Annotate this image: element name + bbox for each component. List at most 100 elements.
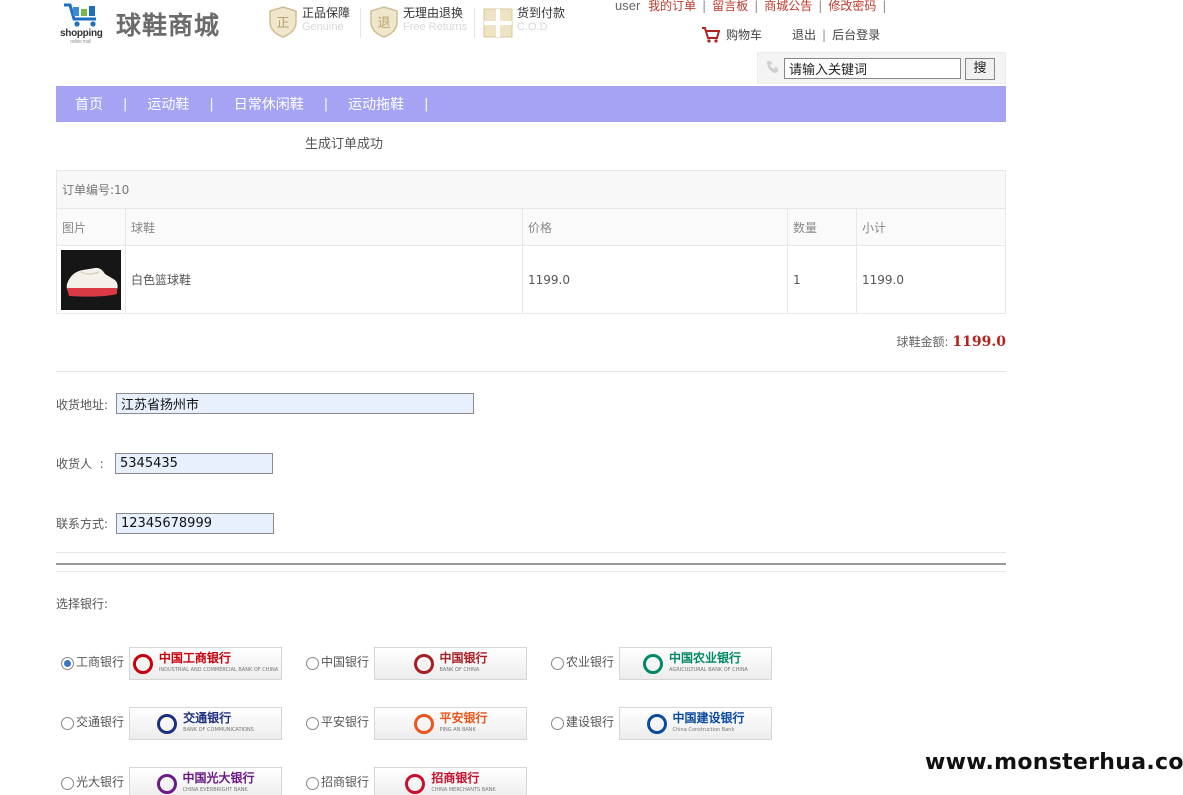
bank-option[interactable]: 中国银行 中国银行 BANK OF CHINA: [306, 647, 528, 680]
cart-link[interactable]: 购物车: [726, 26, 762, 43]
bank-logo-subtext: INDUSTRIAL AND COMMERCIAL BANK OF CHINA: [158, 666, 279, 673]
message-board-link[interactable]: 留言板: [712, 0, 748, 13]
bank-logo-subtext: PING AN BANK: [439, 726, 476, 733]
bank-logo-subtext: China Construction Bank: [672, 726, 735, 733]
divider: [56, 371, 1006, 372]
item-image-cell: [56, 245, 126, 314]
bank-radio[interactable]: [61, 777, 74, 790]
main-nav: 首页 | 运动鞋 | 日常休闲鞋 | 运动拖鞋 |: [56, 86, 1006, 122]
success-message: 生成订单成功: [305, 137, 384, 152]
table-row: 白色篮球鞋 1199.0 1 1199.0: [56, 245, 1006, 314]
bank-option[interactable]: 工商银行 中国工商银行 INDUSTRIAL AND COMMERCIAL BANK…: [61, 647, 283, 680]
bank-logo-text: 交通银行: [183, 710, 232, 725]
bank-emblem-icon: [156, 773, 177, 794]
nav-home[interactable]: 首页: [75, 94, 103, 114]
bank-logo[interactable]: 交通银行 BANK OF COMMUNICATIONS: [129, 707, 283, 740]
bank-radio[interactable]: [61, 657, 74, 670]
nav-separator: |: [123, 96, 128, 112]
table-header: 图片 球鞋 价格 数量 小计: [56, 208, 1006, 246]
svg-text:正: 正: [276, 16, 289, 31]
col-shoe: 球鞋: [125, 208, 523, 246]
bank-option[interactable]: 平安银行 平安银行 PING AN BANK: [306, 707, 528, 740]
bank-logo-text: 中国建设银行: [672, 710, 745, 725]
bank-logo[interactable]: 中国银行 BANK OF CHINA: [374, 647, 528, 680]
guarantee-subtitle: C.O.D: [517, 21, 548, 33]
guarantee-genuine: 正 正品保障 Genuine: [268, 6, 350, 42]
bank-logo-subtext: BANK OF COMMUNICATIONS: [183, 726, 254, 733]
shoe-icon: [61, 249, 121, 310]
bank-radio[interactable]: [306, 777, 319, 790]
shopping-cart-icon[interactable]: [702, 26, 720, 43]
nav-slippers[interactable]: 运动拖鞋: [348, 94, 404, 114]
change-password-link[interactable]: 修改密码: [828, 0, 876, 13]
bank-name: 农业银行: [566, 655, 615, 669]
guarantee-title: 正品保障: [302, 6, 351, 20]
guarantee-subtitle: Free Returns: [403, 21, 468, 33]
bank-logo-text: 平安银行: [439, 710, 488, 725]
bank-emblem-icon: [643, 653, 664, 674]
cart-row: 购物车 退出 | 后台登录: [702, 26, 880, 43]
admin-login-link[interactable]: 后台登录: [832, 26, 880, 43]
bank-name: 招商银行: [321, 775, 370, 789]
bank-option[interactable]: 招商银行 招商银行 CHINA MERCHANTS BANK: [306, 767, 528, 795]
guarantee-title: 货到付款: [517, 6, 566, 20]
receiver-label: 收货人 :: [56, 457, 104, 471]
bank-radio[interactable]: [306, 657, 319, 670]
order-table: 订单编号:10 图片 球鞋 价格 数量 小计 白色篮球鞋 1199.0 1 11…: [56, 170, 1006, 314]
nav-casual-shoes[interactable]: 日常休闲鞋: [234, 94, 304, 114]
bank-logo-text: 中国农业银行: [669, 650, 742, 665]
nav-separator: |: [424, 96, 429, 112]
bank-select-title: 选择银行:: [56, 597, 109, 611]
logout-link[interactable]: 退出: [792, 26, 816, 43]
bank-option[interactable]: 光大银行 中国光大银行 CHINA EVERBRIGHT BANK: [61, 767, 283, 795]
shoe-image[interactable]: [61, 249, 121, 310]
contact-label: 联系方式:: [56, 517, 109, 531]
divider: [360, 8, 361, 38]
bank-logo[interactable]: 中国工商银行 INDUSTRIAL AND COMMERCIAL BANK OF …: [129, 647, 283, 680]
bank-option[interactable]: 农业银行 中国农业银行 AGRICULTURAL BANK OF CHINA: [551, 647, 773, 680]
address-field[interactable]: [116, 393, 474, 414]
bank-emblem-icon: [413, 653, 434, 674]
bank-logo[interactable]: 招商银行 CHINA MERCHANTS BANK: [374, 767, 528, 795]
bank-radio[interactable]: [551, 657, 564, 670]
seal-tui-icon: 退: [370, 6, 398, 38]
bank-radio[interactable]: [61, 717, 74, 730]
guarantee-cod: 货到付款 C.O.D: [483, 6, 565, 42]
svg-text:退: 退: [377, 16, 390, 31]
bank-logo[interactable]: 中国农业银行 AGRICULTURAL BANK OF CHINA: [619, 647, 773, 680]
nav-separator: |: [209, 96, 214, 112]
item-price: 1199.0: [522, 245, 788, 314]
bank-logo[interactable]: 中国建设银行 China Construction Bank: [619, 707, 773, 740]
bank-logo-text: 中国光大银行: [182, 770, 255, 785]
bank-radio[interactable]: [306, 717, 319, 730]
divider: [56, 571, 1006, 572]
bank-logo[interactable]: 中国光大银行 CHINA EVERBRIGHT BANK: [129, 767, 283, 795]
contact-field[interactable]: [116, 513, 274, 534]
guarantee-title: 无理由退换: [403, 6, 464, 20]
bank-option[interactable]: 交通银行 交通银行 BANK OF COMMUNICATIONS: [61, 707, 283, 740]
nav-sports-shoes[interactable]: 运动鞋: [147, 94, 189, 114]
bank-name: 交通银行: [76, 715, 125, 729]
item-quantity: 1: [787, 245, 857, 314]
search-input[interactable]: [784, 58, 961, 79]
address-label: 收货地址:: [56, 398, 109, 412]
phone-icon: [767, 61, 778, 73]
my-orders-link[interactable]: 我的订单: [648, 0, 696, 13]
bank-emblem-icon: [646, 713, 667, 734]
bank-radio[interactable]: [551, 717, 564, 730]
bank-logo-subtext: BANK OF CHINA: [439, 666, 480, 673]
bank-logo-subtext: AGRICULTURAL BANK OF CHINA: [669, 666, 748, 673]
cart-logo-icon: [64, 3, 96, 27]
bank-logo-subtext: CHINA EVERBRIGHT BANK: [182, 786, 248, 793]
search-button[interactable]: 搜: [965, 58, 995, 80]
receiver-field[interactable]: [115, 453, 273, 474]
store-name: 球鞋商城: [116, 11, 221, 40]
bank-logo[interactable]: 平安银行 PING AN BANK: [374, 707, 528, 740]
announcement-link[interactable]: 商城公告: [764, 0, 812, 13]
bank-emblem-icon: [157, 713, 178, 734]
col-subtotal: 小计: [856, 208, 1006, 246]
bank-logo-text: 中国工商银行: [158, 650, 231, 665]
top-links: user 我的订单 | 留言板 | 商城公告 | 修改密码 |: [615, 0, 887, 13]
bank-option[interactable]: 建设银行 中国建设银行 China Construction Bank: [551, 707, 773, 740]
bank-name: 平安银行: [321, 715, 370, 729]
